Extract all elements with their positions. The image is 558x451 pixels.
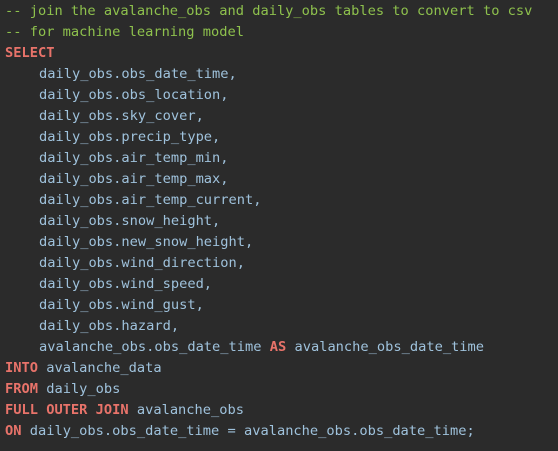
- column-ref: daily_obs.hazard,: [39, 318, 180, 334]
- code-line: ON daily_obs.obs_date_time = avalanche_o…: [0, 421, 558, 442]
- join-table: avalanche_obs: [136, 402, 244, 418]
- as-keyword: AS: [269, 339, 287, 355]
- code-line: daily_obs.precip_type,: [0, 127, 558, 148]
- code-line: SELECT: [0, 43, 558, 64]
- code-line: daily_obs.obs_date_time,: [0, 64, 558, 85]
- join-keyword: FULL OUTER JOIN: [5, 402, 129, 418]
- code-line: daily_obs.air_temp_min,: [0, 148, 558, 169]
- on-clause: daily_obs.obs_date_time = avalanche_obs.…: [29, 423, 475, 439]
- code-editor[interactable]: -- join the avalanche_obs and daily_obs …: [0, 0, 558, 451]
- code-line: daily_obs.sky_cover,: [0, 106, 558, 127]
- on-keyword: ON: [5, 423, 22, 439]
- column-ref: daily_obs.obs_date_time,: [39, 66, 237, 82]
- code-line: daily_obs.air_temp_current,: [0, 190, 558, 211]
- code-line: daily_obs.air_temp_max,: [0, 169, 558, 190]
- code-line: daily_obs.wind_speed,: [0, 274, 558, 295]
- code-line: avalanche_obs.obs_date_time AS avalanche…: [0, 337, 558, 358]
- select-keyword: SELECT: [5, 45, 55, 61]
- code-line: daily_obs.wind_gust,: [0, 295, 558, 316]
- column-ref: daily_obs.precip_type,: [39, 129, 221, 145]
- sql-comment: -- for machine learning model: [5, 24, 244, 40]
- column-ref: daily_obs.new_snow_height,: [39, 234, 254, 250]
- column-ref: daily_obs.obs_location,: [39, 87, 229, 103]
- code-line: FULL OUTER JOIN avalanche_obs: [0, 400, 558, 421]
- code-line: daily_obs.obs_location,: [0, 85, 558, 106]
- column-ref: daily_obs.snow_height,: [39, 213, 221, 229]
- code-line: daily_obs.hazard,: [0, 316, 558, 337]
- alias-name: avalanche_obs_date_time: [294, 339, 485, 355]
- alias-column: avalanche_obs.obs_date_time: [39, 339, 262, 355]
- code-line: INTO avalanche_data: [0, 358, 558, 379]
- column-ref: daily_obs.sky_cover,: [39, 108, 204, 124]
- column-ref: daily_obs.wind_direction,: [39, 255, 246, 271]
- into-table: avalanche_data: [46, 360, 162, 376]
- column-ref: daily_obs.wind_speed,: [39, 276, 213, 292]
- code-line: FROM daily_obs: [0, 379, 558, 400]
- into-keyword: INTO: [5, 360, 38, 376]
- column-ref: daily_obs.air_temp_max,: [39, 171, 229, 187]
- code-line: daily_obs.snow_height,: [0, 211, 558, 232]
- column-ref: daily_obs.wind_gust,: [39, 297, 204, 313]
- from-keyword: FROM: [5, 381, 38, 397]
- from-table: daily_obs: [46, 381, 121, 397]
- code-line: -- for machine learning model: [0, 22, 558, 43]
- column-ref: daily_obs.air_temp_current,: [39, 192, 262, 208]
- code-line: -- join the avalanche_obs and daily_obs …: [0, 1, 558, 22]
- code-line: daily_obs.wind_direction,: [0, 253, 558, 274]
- code-line: daily_obs.new_snow_height,: [0, 232, 558, 253]
- column-ref: daily_obs.air_temp_min,: [39, 150, 229, 166]
- sql-comment: -- join the avalanche_obs and daily_obs …: [5, 3, 533, 19]
